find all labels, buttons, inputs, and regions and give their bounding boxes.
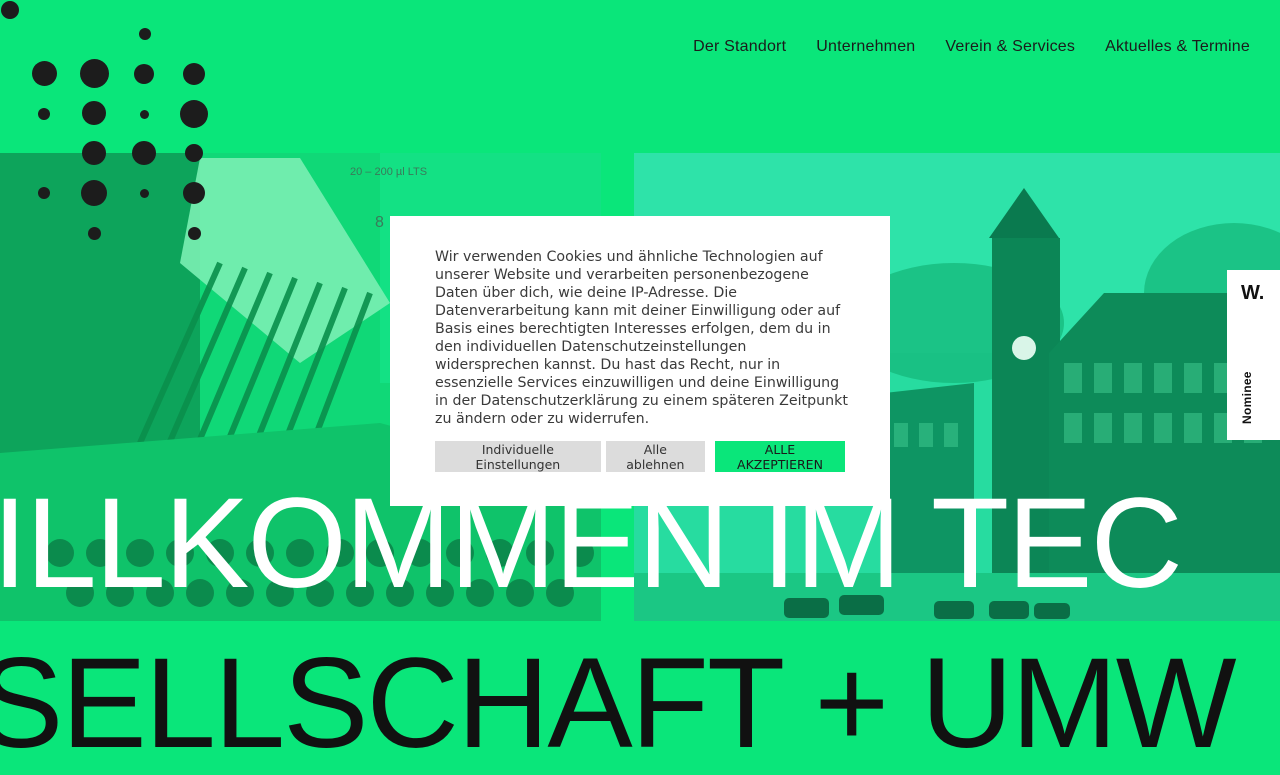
- pipette-label-number: 8: [375, 214, 384, 231]
- award-nominee-label: Nominee: [1240, 371, 1254, 424]
- pipette-label-volume: 20 – 200 µl LTS: [350, 166, 427, 178]
- reject-all-button[interactable]: Alle ablehnen: [605, 441, 705, 472]
- nav-item-aktuelles-termine[interactable]: Aktuelles & Termine: [1105, 38, 1250, 56]
- site-logo[interactable]: [0, 0, 220, 250]
- cookie-consent-text: Wir verwenden Cookies und ähnliche Techn…: [435, 249, 848, 427]
- individual-settings-button[interactable]: Individuelle Einstellungen: [435, 441, 601, 472]
- main-navigation: Der Standort Unternehmen Verein & Servic…: [693, 38, 1250, 56]
- hero-subheadline: SELLSCHAFT + UMW: [0, 632, 1237, 775]
- award-logo-icon: W.: [1241, 282, 1265, 304]
- cookie-consent-actions: Individuelle Einstellungen Alle ablehnen…: [435, 441, 845, 472]
- accept-all-button[interactable]: ALLE AKZEPTIEREN: [714, 441, 845, 472]
- nav-item-der-standort[interactable]: Der Standort: [693, 38, 786, 56]
- nav-item-unternehmen[interactable]: Unternehmen: [816, 38, 915, 56]
- nav-item-verein-services[interactable]: Verein & Services: [945, 38, 1075, 56]
- award-nominee-badge[interactable]: W. Nominee: [1227, 270, 1280, 440]
- cookie-consent-dialog: Wir verwenden Cookies und ähnliche Techn…: [390, 216, 890, 506]
